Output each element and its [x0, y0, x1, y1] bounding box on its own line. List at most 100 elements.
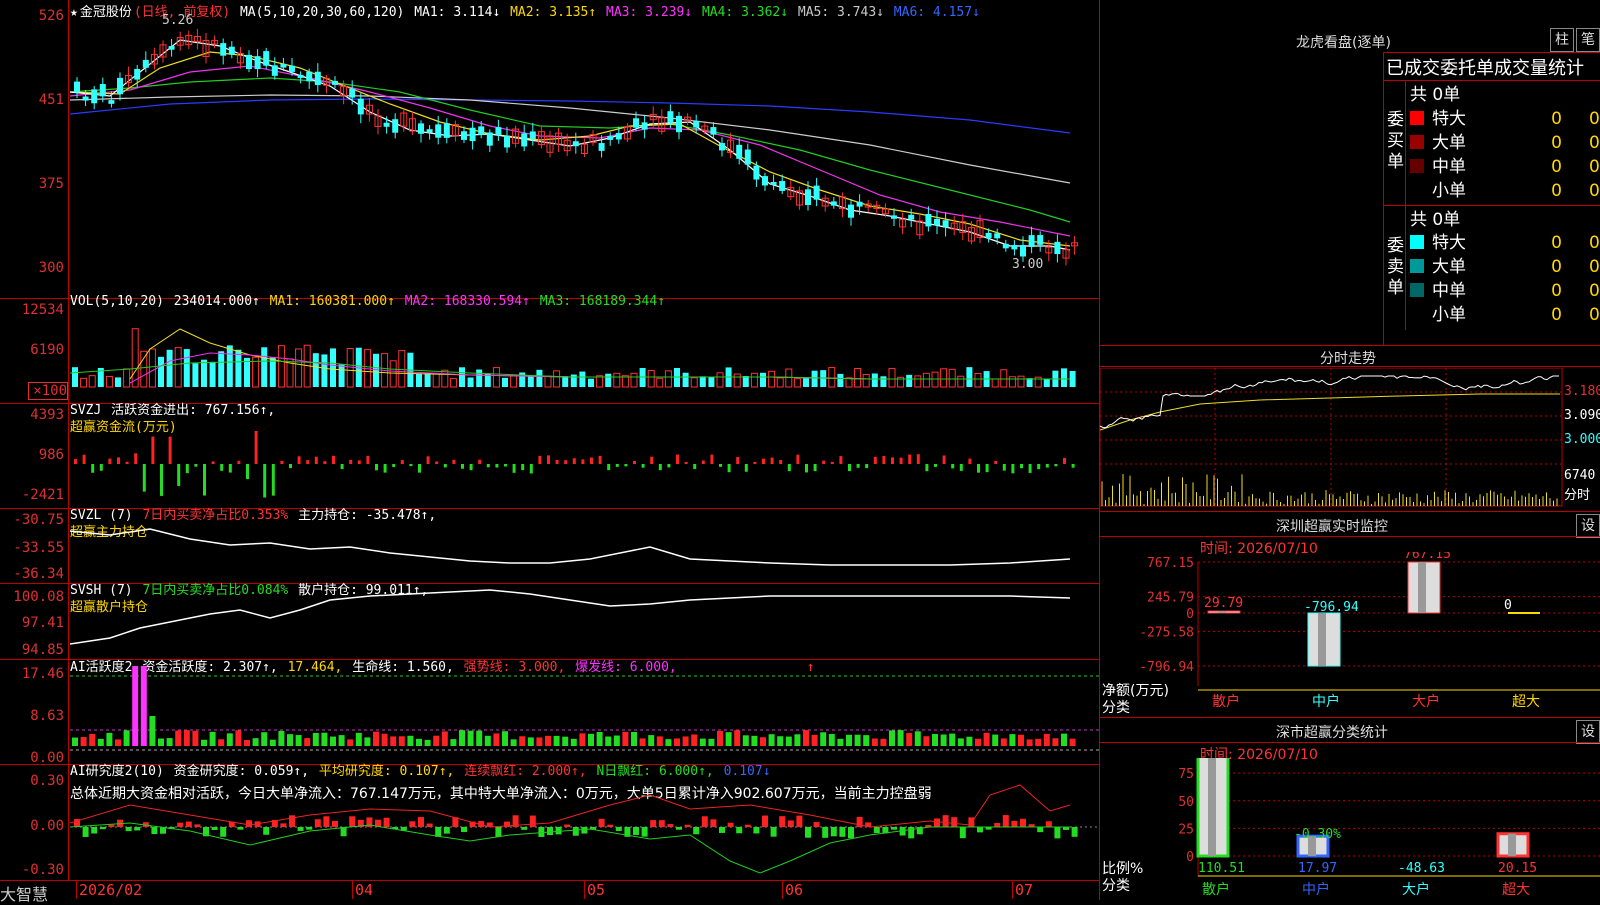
sz-axis-label: 0 [1186, 607, 1194, 622]
bar-mode-button[interactable]: 柱 [1550, 28, 1574, 52]
volume-bar [991, 378, 999, 388]
row-count: 0 [1551, 281, 1562, 301]
svzj-chart[interactable] [70, 404, 1100, 508]
candle [99, 83, 106, 97]
flow-bar [916, 454, 920, 464]
activity-bar [725, 732, 732, 746]
vol-axis-label: 6190 [30, 342, 64, 358]
activity-bar [347, 739, 354, 746]
price-axis-label: 300 [38, 260, 64, 276]
activity-bar [269, 739, 276, 746]
date-label: 2026/02 [76, 881, 142, 899]
settings-button[interactable]: 设 [1576, 514, 1600, 538]
activity-bar [373, 731, 379, 746]
candle [504, 135, 510, 148]
date-axis: 大智慧 2026/02 04 05 06 07 [0, 880, 1100, 904]
color-swatch [1410, 259, 1424, 273]
flow-bar [719, 464, 722, 467]
flow-bar [529, 464, 533, 474]
volume-bar [1017, 375, 1025, 388]
research-bar [770, 827, 777, 837]
volume-bar [398, 350, 406, 388]
volume-chart[interactable] [70, 299, 1100, 403]
ai-res-axis-label: 0.30 [30, 773, 64, 789]
flow-bar [1002, 464, 1006, 471]
flow-bar [297, 456, 301, 464]
activity-bar [278, 730, 285, 746]
flow-bar [839, 456, 843, 464]
activity-bar [811, 734, 818, 746]
activity-bar [1043, 733, 1050, 746]
candle [994, 233, 1001, 239]
color-swatch [1410, 111, 1424, 125]
candle [848, 204, 854, 218]
research-bar [134, 827, 141, 831]
flow-bar [607, 464, 611, 471]
color-swatch [1410, 159, 1424, 173]
candle [435, 124, 442, 138]
candle [736, 144, 743, 159]
sz-class-title: 深市超赢分类统计 [1276, 725, 1388, 741]
flow-bar [357, 460, 361, 464]
chart-area[interactable]: 526 451 375 300 ★ 金冠股份 (日线, 前复权) MA(5,10,2… [0, 0, 1100, 904]
volume-bar [811, 370, 818, 387]
volume-bar [888, 367, 896, 388]
ai-act-axis-label: 17.46 [21, 666, 64, 682]
svsh-axis-label: 94.85 [21, 642, 64, 658]
candle [830, 201, 837, 206]
flow-bar [572, 458, 576, 464]
research-bar [753, 827, 760, 834]
sz-axis-label: -796.94 [1139, 660, 1194, 675]
flow-bar [435, 461, 439, 464]
ai-res-chart[interactable] [70, 765, 1100, 880]
volume-bar [948, 368, 956, 388]
activity-bar [450, 739, 457, 746]
volume-bar [389, 360, 397, 388]
intraday-chart[interactable] [1100, 368, 1600, 512]
candle [770, 181, 777, 185]
flow-bar [521, 464, 525, 471]
flow-bar [908, 454, 912, 464]
research-bar [91, 827, 98, 834]
flow-bar [246, 464, 249, 480]
volume-bar [922, 372, 930, 388]
candlestick-chart[interactable]: 5.26 3.00 [70, 0, 1100, 298]
volume-bar [871, 373, 878, 387]
svsh-axis-label: 97.41 [21, 615, 64, 631]
settings-button[interactable]: 设 [1576, 720, 1600, 744]
sz-monitor-chart[interactable]: 767.15245.790-275.58-796.9429.79散户-796.9… [1100, 552, 1600, 718]
intraday-axis-label: 3.180 [1564, 384, 1600, 399]
research-bar [796, 815, 803, 827]
research-bar [211, 827, 218, 830]
ai-act-chart[interactable] [70, 660, 1100, 764]
price-axis-label: 526 [38, 8, 64, 24]
sell-row: 中单 0 0% [1410, 276, 1600, 301]
buy-row: 中单 0 0% [1410, 152, 1600, 177]
activity-bar [717, 730, 723, 746]
flow-bar [701, 460, 705, 464]
candle [280, 63, 287, 68]
volume-bar [192, 363, 199, 387]
tick-mode-button[interactable]: 笔 [1576, 28, 1600, 52]
activity-bar [89, 733, 96, 746]
monitor-bar-shade [1318, 613, 1326, 666]
sz-axis-label: -275.58 [1139, 625, 1194, 640]
activity-bar [321, 732, 328, 746]
activity-bar [527, 737, 534, 746]
activity-bar [889, 730, 895, 746]
activity-bar [794, 734, 801, 746]
flow-bar [770, 457, 774, 464]
candle [357, 98, 364, 115]
flow-bar [340, 464, 344, 470]
category-label: 超大 [1512, 694, 1540, 710]
research-bar [1071, 827, 1078, 837]
research-bar [908, 827, 915, 839]
sz-class-chart[interactable]: 75 50 25 0 110.51 散户 17.97 中户 -48.63 大户 20.15 超大 -0.… [1100, 758, 1600, 901]
flow-bar [504, 464, 507, 467]
flow-bar [624, 464, 628, 467]
svzl-chart[interactable] [70, 509, 1100, 583]
svsh-chart[interactable] [70, 584, 1100, 659]
class-note: -0.30% [1294, 827, 1341, 842]
activity-bar [80, 737, 87, 746]
activity-bar [553, 735, 560, 746]
